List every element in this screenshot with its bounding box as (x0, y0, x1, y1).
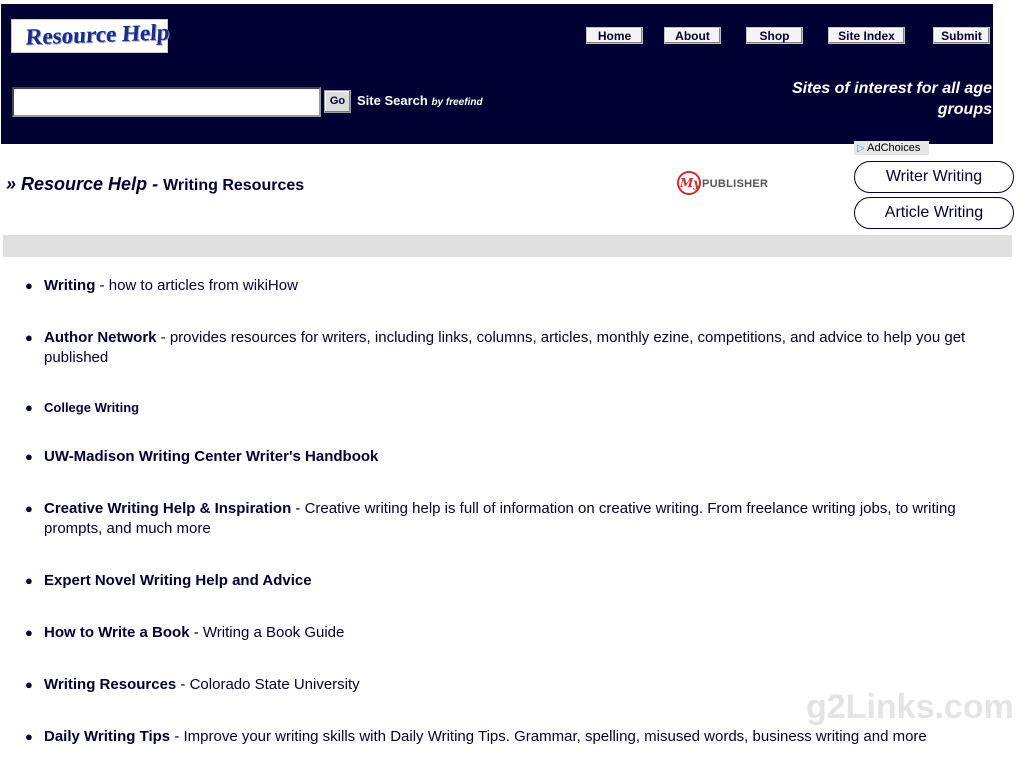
resource-link[interactable]: College Writing (44, 400, 139, 415)
breadcrumb-section-link[interactable]: Resource Help (21, 174, 147, 194)
bullet: ● (25, 501, 33, 516)
list-item: ● UW-Madison Writing Center Writer's Han… (25, 447, 984, 467)
site-search-input[interactable] (12, 87, 321, 117)
search-go-button[interactable]: Go (324, 90, 351, 113)
list-item: ● How to Write a Book - Writing a Book G… (25, 623, 984, 643)
ad-writer-writing-button[interactable]: Writer Writing (854, 161, 1014, 193)
resource-desc: - Colorado State University (176, 676, 360, 693)
list-item: ● Author Network - provides resources fo… (25, 328, 984, 368)
bullet: ● (25, 729, 33, 744)
bullet: ● (25, 278, 33, 293)
bullet: ● (25, 449, 33, 464)
adchoices-label: AdChoices (867, 142, 921, 154)
breadcrumb-page: Writing Resources (163, 177, 305, 194)
list-item: ● Creative Writing Help & Inspiration - … (25, 499, 984, 539)
site-header: Resource Help Home About Shop Site Index… (1, 4, 993, 144)
bullet: ● (25, 625, 33, 640)
mypublisher-logo[interactable]: My PUBLISHER (677, 171, 769, 199)
nav-about-button[interactable]: About (664, 27, 721, 44)
adchoices-icon: ▷ (857, 143, 865, 154)
resource-link[interactable]: Expert Novel Writing Help and Advice (44, 572, 312, 589)
resource-desc: - Improve your writing skills with Daily… (170, 728, 927, 745)
list-item: ● College Writing (25, 398, 984, 418)
logo-text: Resource Help (24, 19, 171, 50)
g2links-watermark: g2Links.com (806, 688, 1014, 726)
ad-article-writing-button[interactable]: Article Writing (854, 197, 1014, 229)
breadcrumb-separator: - (147, 174, 164, 194)
bullet: ● (25, 573, 33, 588)
page-title: » Resource Help - Writing Resources (6, 174, 304, 195)
breadcrumb-prefix: » (6, 174, 22, 194)
site-logo[interactable]: Resource Help (11, 19, 171, 53)
nav-shop-button[interactable]: Shop (746, 27, 803, 44)
section-divider-bar (3, 235, 1012, 257)
resource-link[interactable]: Daily Writing Tips (44, 728, 170, 745)
nav-site-index-button[interactable]: Site Index (828, 27, 905, 44)
site-search-label: Site Search by freefind (357, 93, 483, 108)
resource-link[interactable]: Writing Resources (44, 676, 176, 693)
resource-link[interactable]: Writing (44, 277, 95, 294)
resource-desc: - provides resources for writers, includ… (44, 329, 966, 366)
resource-desc: - Writing a Book Guide (189, 624, 345, 641)
site-search-text: Site Search (357, 93, 428, 108)
resource-link[interactable]: Author Network (44, 329, 157, 346)
site-tagline: Sites of interest for all age groups (791, 80, 992, 118)
freefind-credit[interactable]: by freefind (431, 97, 482, 108)
nav-home-button[interactable]: Home (586, 27, 643, 44)
bullet: ● (25, 677, 33, 692)
list-item: ● Daily Writing Tips - Improve your writ… (25, 727, 984, 747)
list-item: ● Writing - how to articles from wikiHow (25, 276, 984, 296)
resource-link[interactable]: Creative Writing Help & Inspiration (44, 500, 291, 517)
bullet: ● (25, 330, 33, 345)
resource-desc: - how to articles from wikiHow (95, 277, 298, 294)
resource-link[interactable]: UW-Madison Writing Center Writer's Handb… (44, 448, 378, 465)
mypublisher-text: PUBLISHER (702, 178, 769, 190)
resource-link[interactable]: How to Write a Book (44, 624, 190, 641)
adchoices-badge[interactable]: ▷ AdChoices (854, 141, 929, 155)
bullet: ● (25, 400, 33, 415)
mypublisher-my-text: My (680, 176, 701, 190)
list-item: ● Expert Novel Writing Help and Advice (25, 571, 984, 591)
nav-submit-button[interactable]: Submit (933, 27, 990, 44)
